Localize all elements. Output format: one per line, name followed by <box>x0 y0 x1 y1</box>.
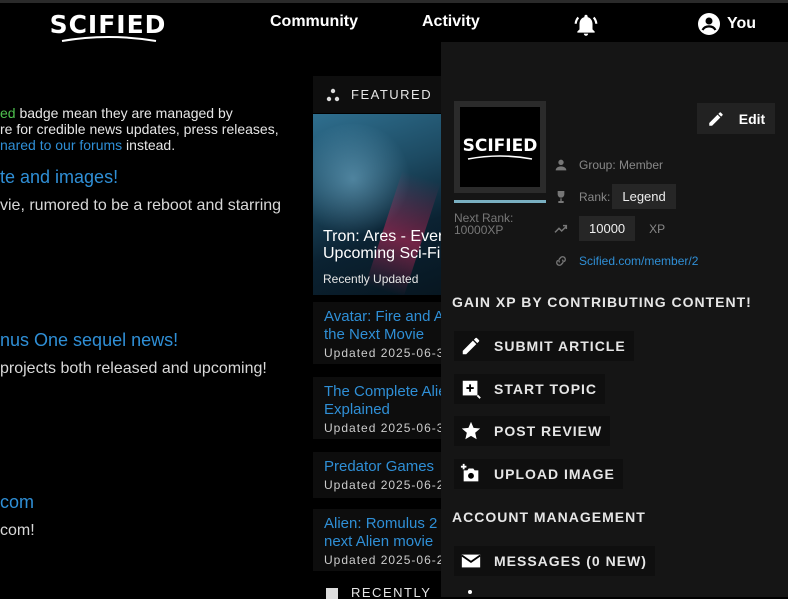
top-nav: SCIFIED Community Activity You <box>0 0 788 42</box>
nav-activity[interactable]: Activity <box>422 13 480 31</box>
account-circle-icon <box>698 13 720 35</box>
hero-title: Tron: Ares - Ever Upcoming Sci-Fi <box>323 228 444 262</box>
star-icon <box>461 421 481 440</box>
upload-image-button[interactable]: UPLOAD IMAGE <box>454 459 623 489</box>
rank-badge: Legend <box>612 184 676 209</box>
submit-article-label: SUBMIT ARTICLE <box>494 338 626 354</box>
trophy-icon <box>557 190 565 203</box>
trending-up-icon <box>554 224 568 233</box>
account-label: You <box>727 15 757 32</box>
featured-item-title-2: next Alien movie <box>324 533 434 550</box>
rank-label: Rank: <box>579 189 611 204</box>
intro-line-1: ed badge mean they are managed by <box>0 105 233 121</box>
avatar[interactable]: SCIFIED <box>454 101 546 193</box>
next-item-icon-partial <box>468 590 472 594</box>
submit-article-button[interactable]: SUBMIT ARTICLE <box>454 331 634 361</box>
svg-text:SCIFIED: SCIFIED <box>463 136 538 156</box>
profile-url-link[interactable]: Scified.com/member/2 <box>579 254 698 268</box>
forums-link[interactable]: nared to our forums <box>0 137 122 153</box>
featured-item-title: Predator Games <box>324 458 435 475</box>
rank-row: Rank: Legend <box>553 184 676 209</box>
news-headline-3[interactable]: com <box>0 492 34 513</box>
upload-image-label: UPLOAD IMAGE <box>494 466 615 482</box>
featured-item-date: Updated 2025-06-3 <box>324 421 445 435</box>
edit-profile-button[interactable]: Edit <box>697 103 775 134</box>
hero-subtitle: Recently Updated <box>323 272 419 286</box>
start-topic-label: START TOPIC <box>494 381 598 397</box>
pencil-icon <box>462 337 480 355</box>
profile-link-row: Scified.com/member/2 <box>553 253 698 269</box>
post-review-label: POST REVIEW <box>494 423 603 439</box>
featured-dots-icon <box>326 88 340 101</box>
news-headline-2[interactable]: nus One sequel news! <box>0 330 178 351</box>
featured-hero-card[interactable]: Tron: Ares - Ever Upcoming Sci-Fi Recent… <box>313 114 448 295</box>
featured-item-date: Updated 2025-06-2 <box>324 478 445 492</box>
svg-text:SCIFIED: SCIFIED <box>50 10 166 39</box>
notification-bell-icon[interactable] <box>573 12 599 38</box>
xp-row: 10000 XP <box>553 216 665 241</box>
xp-value: 10000 <box>579 216 636 241</box>
news-headline-1[interactable]: te and images! <box>0 167 118 188</box>
mail-icon <box>461 554 481 568</box>
news-snippet-1: vie, rumored to be a reboot and starring <box>0 197 282 214</box>
featured-item-title: Alien: Romulus 2 <box>324 515 438 532</box>
group-text: Group: Member <box>579 158 664 172</box>
featured-item-date: Updated 2025-06-2 <box>324 553 445 567</box>
section-gain-xp: GAIN XP BY CONTRIBUTING CONTENT! <box>452 294 752 310</box>
person-icon <box>555 159 567 171</box>
featured-tab-label: FEATURED <box>351 87 433 102</box>
featured-item-title-2: Explained <box>324 401 390 418</box>
section-account-management: ACCOUNT MANAGEMENT <box>452 509 646 525</box>
add-box-icon <box>462 380 481 399</box>
group-row: Group: Member <box>553 157 663 173</box>
scified-logo[interactable]: SCIFIED <box>50 3 170 49</box>
news-snippet-2: projects both released and upcoming! <box>0 360 267 377</box>
intro-line-2: re for credible news updates, press rele… <box>0 121 279 137</box>
featured-tab[interactable]: FEATURED <box>313 76 443 113</box>
account-dropdown: SCIFIED Next Rank: 10000XP Edit Group: M… <box>441 42 788 597</box>
next-rank: Next Rank: 10000XP <box>454 211 514 237</box>
link-icon <box>556 256 566 266</box>
featured-item-date: Updated 2025-06-3 <box>324 346 445 360</box>
news-snippet-3: com! <box>0 522 35 539</box>
pencil-icon <box>709 111 723 126</box>
avatar-image: SCIFIED <box>460 107 540 187</box>
xp-unit: XP <box>649 221 666 236</box>
post-review-button[interactable]: POST REVIEW <box>454 416 611 446</box>
featured-item[interactable]: Avatar: Fire and Ash the Next Movie Upda… <box>313 302 448 364</box>
add-photo-icon <box>460 463 479 482</box>
start-topic-button[interactable]: START TOPIC <box>454 374 606 404</box>
featured-item-title: The Complete Alien <box>324 383 448 400</box>
account-menu[interactable]: You <box>697 12 756 36</box>
xp-progress-bar <box>454 200 546 203</box>
nav-community[interactable]: Community <box>270 13 358 31</box>
messages-label: MESSAGES (0 NEW) <box>494 553 647 569</box>
messages-button[interactable]: MESSAGES (0 NEW) <box>454 546 655 576</box>
featured-item-title: Avatar: Fire and Ash <box>324 308 448 325</box>
featured-item-title-2: the Next Movie <box>324 326 425 343</box>
intro-line-3: nared to our forums instead. <box>0 137 176 153</box>
featured-item[interactable]: Alien: Romulus 2 next Alien movie Update… <box>313 509 448 571</box>
edit-label: Edit <box>738 110 766 127</box>
featured-item[interactable]: The Complete Alien Explained Updated 202… <box>313 377 448 439</box>
avatar-logo: SCIFIED <box>463 136 538 160</box>
featured-item[interactable]: Predator Games Updated 2025-06-2 <box>313 452 448 498</box>
